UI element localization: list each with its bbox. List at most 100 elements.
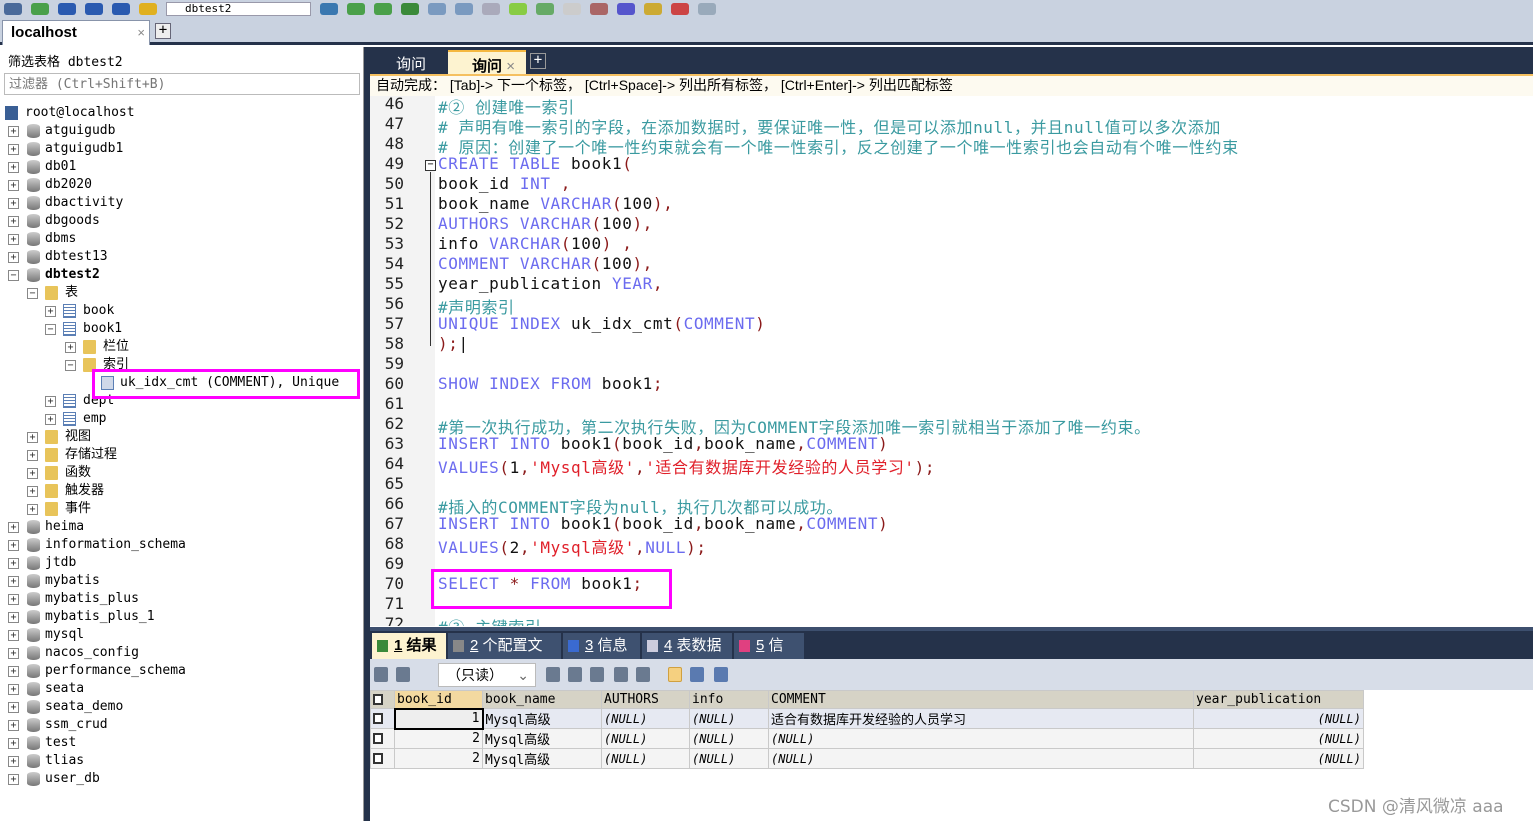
tree-item[interactable]: − dbtest2 xyxy=(0,266,360,284)
tree-item[interactable]: − book1 xyxy=(0,320,360,338)
tree-item[interactable]: + db01 xyxy=(0,158,360,176)
expand-toggle-icon[interactable]: + xyxy=(8,162,19,173)
tree-item[interactable]: + book xyxy=(0,302,360,320)
expand-toggle-icon[interactable]: + xyxy=(8,144,19,155)
grid-view-icon[interactable] xyxy=(668,667,682,682)
filter-input[interactable] xyxy=(4,73,360,95)
tree-item[interactable]: root@localhost xyxy=(0,104,360,122)
result-tab-2[interactable]: 2 个配置文件 xyxy=(448,633,561,680)
tree-item[interactable]: + user_db xyxy=(0,770,360,788)
execute-icon[interactable] xyxy=(320,3,338,15)
cell[interactable]: (NULL) xyxy=(689,748,769,769)
cell[interactable]: (NULL) xyxy=(601,748,690,769)
fold-toggle[interactable]: − xyxy=(425,160,436,171)
tree-item[interactable]: + seata_demo xyxy=(0,698,360,716)
export-icon[interactable] xyxy=(374,3,392,15)
close-icon[interactable]: × xyxy=(137,25,145,40)
tree-item[interactable]: + emp xyxy=(0,410,360,428)
sql-editor[interactable]: 46 47 48 49 50 51 52 53 54 55 56 57 58 59 60 61 62 63 64 65… xyxy=(370,96,1533,626)
cell[interactable]: (NULL) xyxy=(689,728,769,749)
tree-item[interactable]: + 栏位 xyxy=(0,338,360,356)
expand-toggle-icon[interactable]: + xyxy=(8,612,19,623)
row-checkbox[interactable] xyxy=(370,728,395,749)
result-tab-5[interactable]: 5 信息 xyxy=(734,633,804,680)
database-icon[interactable] xyxy=(58,3,76,15)
insert-row-icon[interactable] xyxy=(546,667,560,682)
query-tab-2[interactable]: 询问 × xyxy=(448,50,526,75)
database-icon[interactable] xyxy=(85,3,103,15)
cell[interactable]: (NULL) xyxy=(1193,708,1364,729)
table-row[interactable]: 1 Mysql高级 (NULL) (NULL) 适合有数据库开发经验的人员学习 (NULL… xyxy=(370,707,1364,730)
expand-toggle-icon[interactable]: + xyxy=(27,432,38,443)
tree-item[interactable]: + mysql xyxy=(0,626,360,644)
expand-toggle-icon[interactable]: + xyxy=(8,540,19,551)
cell[interactable]: (NULL) xyxy=(768,748,1194,769)
save-icon[interactable] xyxy=(590,667,604,682)
cell[interactable]: 1 xyxy=(393,707,484,730)
tree-item[interactable]: + 事件 xyxy=(0,500,360,518)
expand-toggle-icon[interactable]: + xyxy=(8,558,19,569)
expand-toggle-icon[interactable]: + xyxy=(27,486,38,497)
expand-toggle-icon[interactable]: + xyxy=(8,774,19,785)
export-dropdown-icon[interactable] xyxy=(396,667,410,682)
add-connection-button[interactable]: + xyxy=(155,23,171,39)
expand-toggle-icon[interactable]: + xyxy=(27,504,38,515)
tree-item[interactable]: + nacos_config xyxy=(0,644,360,662)
expand-toggle-icon[interactable]: + xyxy=(8,234,19,245)
column-header[interactable]: year_publication xyxy=(1193,690,1364,709)
expand-toggle-icon[interactable]: − xyxy=(65,360,76,371)
cell[interactable]: Mysql高级 xyxy=(482,748,602,769)
cell[interactable]: 适合有数据库开发经验的人员学习 xyxy=(768,708,1194,729)
column-header[interactable]: AUTHORS xyxy=(601,690,690,709)
expand-toggle-icon[interactable]: + xyxy=(8,576,19,587)
query-icon[interactable] xyxy=(536,3,554,15)
tree-item[interactable]: + mybatis_plus_1 xyxy=(0,608,360,626)
delete-icon[interactable] xyxy=(614,667,628,682)
expand-toggle-icon[interactable]: + xyxy=(8,666,19,677)
tree-item[interactable]: + 触发器 xyxy=(0,482,360,500)
table-icon[interactable] xyxy=(428,3,446,15)
check-icon[interactable] xyxy=(509,3,527,15)
cell[interactable]: Mysql高级 xyxy=(482,728,602,749)
cell[interactable]: (NULL) xyxy=(768,728,1194,749)
result-tab-1[interactable]: 1 结果 xyxy=(372,633,446,659)
result-mode-select[interactable]: （只读） ⌄ xyxy=(438,663,536,687)
expand-toggle-icon[interactable]: − xyxy=(8,270,19,281)
form-view-icon[interactable] xyxy=(690,667,704,682)
tree-item[interactable]: + 存储过程 xyxy=(0,446,360,464)
expand-toggle-icon[interactable]: + xyxy=(45,396,56,407)
layout-icon[interactable] xyxy=(698,3,716,15)
cell[interactable]: (NULL) xyxy=(601,708,690,729)
tree-item[interactable]: + heima xyxy=(0,518,360,536)
scheduler-icon[interactable] xyxy=(617,3,635,15)
expand-toggle-icon[interactable]: + xyxy=(8,594,19,605)
tree-item[interactable]: + dbtest13 xyxy=(0,248,360,266)
expand-toggle-icon[interactable]: + xyxy=(45,414,56,425)
expand-toggle-icon[interactable]: + xyxy=(8,684,19,695)
query-tab-1[interactable]: 询问 xyxy=(372,50,446,74)
expand-toggle-icon[interactable]: + xyxy=(8,702,19,713)
row-checkbox[interactable] xyxy=(370,708,395,729)
expand-toggle-icon[interactable]: + xyxy=(8,738,19,749)
text-view-icon[interactable] xyxy=(714,667,728,682)
expand-toggle-icon[interactable]: + xyxy=(8,720,19,731)
column-header[interactable]: book_id xyxy=(394,690,483,709)
tree-item[interactable]: + test xyxy=(0,734,360,752)
expand-toggle-icon[interactable]: + xyxy=(8,756,19,767)
tree-item[interactable]: + atguigudb1 xyxy=(0,140,360,158)
tree-item[interactable]: + dbgoods xyxy=(0,212,360,230)
connect-icon[interactable] xyxy=(4,3,22,15)
cell[interactable]: (NULL) xyxy=(601,728,690,749)
tree-item[interactable]: + dbactivity xyxy=(0,194,360,212)
database-selector[interactable]: dbtest2 xyxy=(166,2,311,16)
column-header[interactable]: info xyxy=(689,690,769,709)
report-icon[interactable] xyxy=(671,3,689,15)
cell[interactable]: 2 xyxy=(394,748,483,769)
expand-toggle-icon[interactable]: + xyxy=(8,216,19,227)
select-all-checkbox[interactable] xyxy=(370,690,395,709)
result-grid[interactable]: book_id book_name AUTHORS info COMMENT year_p… xyxy=(370,690,1364,769)
result-tab-4[interactable]: 4 表数据 xyxy=(642,633,732,659)
cell[interactable]: 2 xyxy=(394,728,483,749)
cell[interactable]: (NULL) xyxy=(1193,748,1364,769)
backup-icon[interactable] xyxy=(112,3,130,15)
